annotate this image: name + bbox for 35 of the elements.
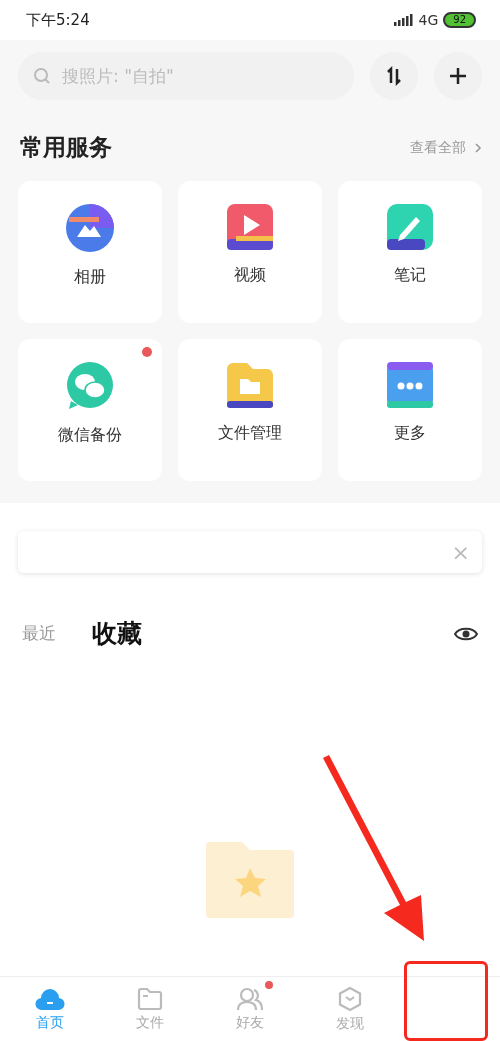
network-label: 4G: [418, 12, 439, 28]
eye-icon[interactable]: [454, 625, 478, 642]
signal-icon: [393, 14, 414, 26]
service-label: 视频: [234, 265, 266, 286]
search-icon: [32, 66, 52, 86]
service-card[interactable]: 视频: [178, 181, 322, 323]
people-icon: [236, 986, 264, 1011]
more-dots-icon: [386, 361, 434, 409]
folder-icon: [226, 361, 274, 409]
folder-icon: [137, 986, 163, 1011]
service-card[interactable]: 相册: [18, 181, 162, 323]
plus-icon: [448, 66, 468, 86]
transfer-button[interactable]: [370, 52, 418, 100]
service-card[interactable]: 更多: [338, 339, 482, 481]
status-time: 下午5:24: [26, 10, 90, 30]
service-card[interactable]: 微信备份: [18, 339, 162, 481]
chevron-right-icon: [474, 141, 482, 154]
section-title: 常用服务: [20, 133, 112, 162]
service-label: 微信备份: [58, 425, 122, 446]
play-icon: [226, 203, 274, 251]
service-label: 笔记: [394, 265, 426, 286]
service-card[interactable]: 笔记: [338, 181, 482, 323]
service-label: 相册: [74, 267, 106, 288]
tab[interactable]: 收藏: [92, 617, 142, 650]
star-folder-icon: [204, 840, 296, 920]
add-button[interactable]: [434, 52, 482, 100]
mountain-icon: [65, 203, 115, 253]
cloud-icon: [35, 986, 65, 1011]
pen-icon: [386, 203, 434, 251]
battery-indicator: 92: [443, 12, 476, 28]
service-card[interactable]: 文件管理: [178, 339, 322, 481]
chat-bubbles-icon: [65, 361, 115, 411]
hexagon-icon: [337, 985, 363, 1012]
service-label: 更多: [394, 423, 426, 444]
service-label: 文件管理: [218, 423, 282, 444]
